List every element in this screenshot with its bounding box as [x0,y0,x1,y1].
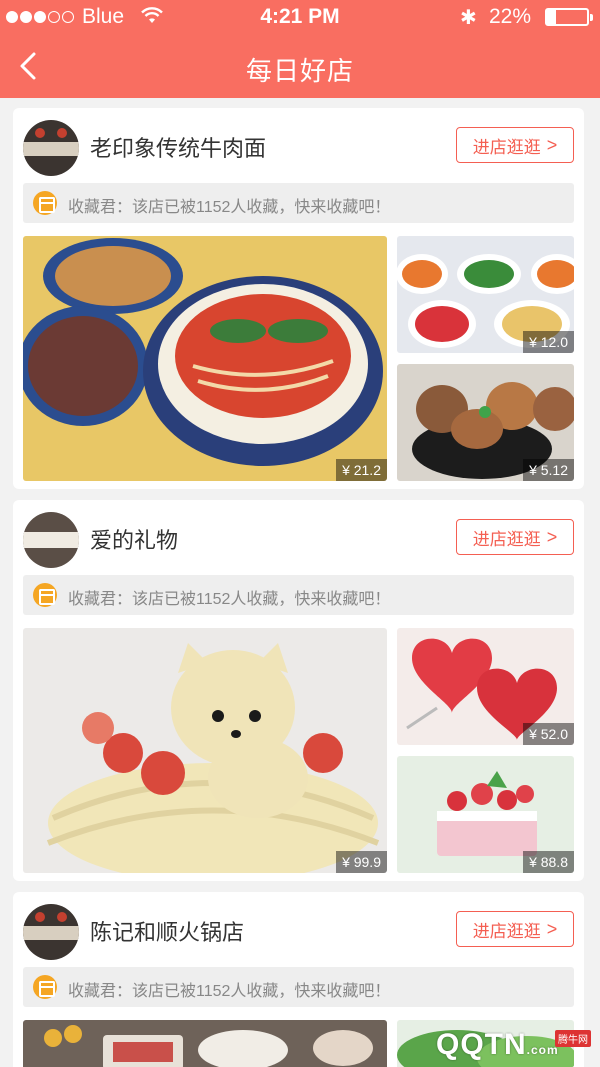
notice-text: 收藏君：该店已被1152人收藏，快来收藏吧！ [68,591,391,608]
beef-noodle-illustration [23,238,383,466]
product-image-hotpot[interactable] [23,1020,387,1067]
bag-icon [33,975,57,999]
status-bar: Blue 4:21 PM ✱ 22% [0,0,600,34]
store-name[interactable]: 陈记和顺火锅店 [90,915,244,947]
chevron-right-icon: > [546,526,558,547]
store-card: 爱的礼物 进店逛逛 > 收藏君：该店已被1152人收藏，快来收藏吧！ ¥ 99.9 [13,500,584,881]
product-image-bear-cake[interactable]: ¥ 99.9 [23,628,387,873]
favorite-notice: 收藏君：该店已被1152人收藏，快来收藏吧！ [23,967,574,1007]
store-card: 老印象传统牛肉面 进店逛逛 > 收藏君：该店已被1152人收藏，快来收藏吧！ ¥ … [13,108,584,489]
app-header: Blue 4:21 PM ✱ 22% 每日好店 [0,0,600,98]
store-header: 陈记和顺火锅店 进店逛逛 > [13,892,584,966]
enter-store-label: 进店逛逛 [472,137,541,157]
enter-store-label: 进店逛逛 [472,921,541,941]
store-avatar[interactable] [23,904,79,960]
enter-store-button[interactable]: 进店逛逛 > [456,911,574,947]
product-image-side-dishes[interactable]: ¥ 12.0 [397,236,574,353]
bag-icon [33,191,57,215]
chevron-right-icon: > [546,918,558,939]
bluetooth-icon: ✱ [460,7,477,29]
notice-text: 收藏君：该店已被1152人收藏，快来收藏吧！ [68,983,391,1000]
product-image-beef-noodles[interactable]: ¥ 21.2 [23,236,387,481]
product-image-heart-cakes[interactable]: ¥ 52.0 [397,628,574,745]
favorite-notice: 收藏君：该店已被1152人收藏，快来收藏吧！ [23,575,574,615]
bag-icon [33,583,57,607]
product-price: ¥ 52.0 [523,723,574,745]
store-header: 老印象传统牛肉面 进店逛逛 > [13,108,584,182]
nav-bar: 每日好店 [0,34,600,98]
qqtn-watermark: QQTN.com [436,1028,559,1061]
product-image-strawberry-cake[interactable]: ¥ 88.8 [397,756,574,873]
store-avatar[interactable] [23,120,79,176]
product-image-tea-eggs[interactable]: ¥ 5.12 [397,364,574,481]
page-title: 每日好店 [245,56,354,86]
hotpot-illustration [44,1025,373,1067]
battery-percent: 22% [489,5,532,28]
battery-icon [545,8,593,26]
product-price: ¥ 99.9 [336,851,387,873]
enter-store-label: 进店逛逛 [472,529,541,549]
store-header: 爱的礼物 进店逛逛 > [13,500,584,574]
product-price: ¥ 5.12 [523,459,574,481]
product-price: ¥ 21.2 [336,459,387,481]
store-name[interactable]: 老印象传统牛肉面 [90,131,266,163]
store-name[interactable]: 爱的礼物 [90,523,178,555]
watermark-badge: 腾牛网 [555,1030,591,1047]
notice-text: 收藏君：该店已被1152人收藏，快来收藏吧！ [68,199,391,216]
store-avatar[interactable] [23,512,79,568]
chevron-right-icon: > [546,134,558,155]
product-price: ¥ 12.0 [523,331,574,353]
enter-store-button[interactable]: 进店逛逛 > [456,127,574,163]
favorite-notice: 收藏君：该店已被1152人收藏，快来收藏吧！ [23,183,574,223]
product-price: ¥ 88.8 [523,851,574,873]
bear-cake-illustration [46,643,380,873]
enter-store-button[interactable]: 进店逛逛 > [456,519,574,555]
